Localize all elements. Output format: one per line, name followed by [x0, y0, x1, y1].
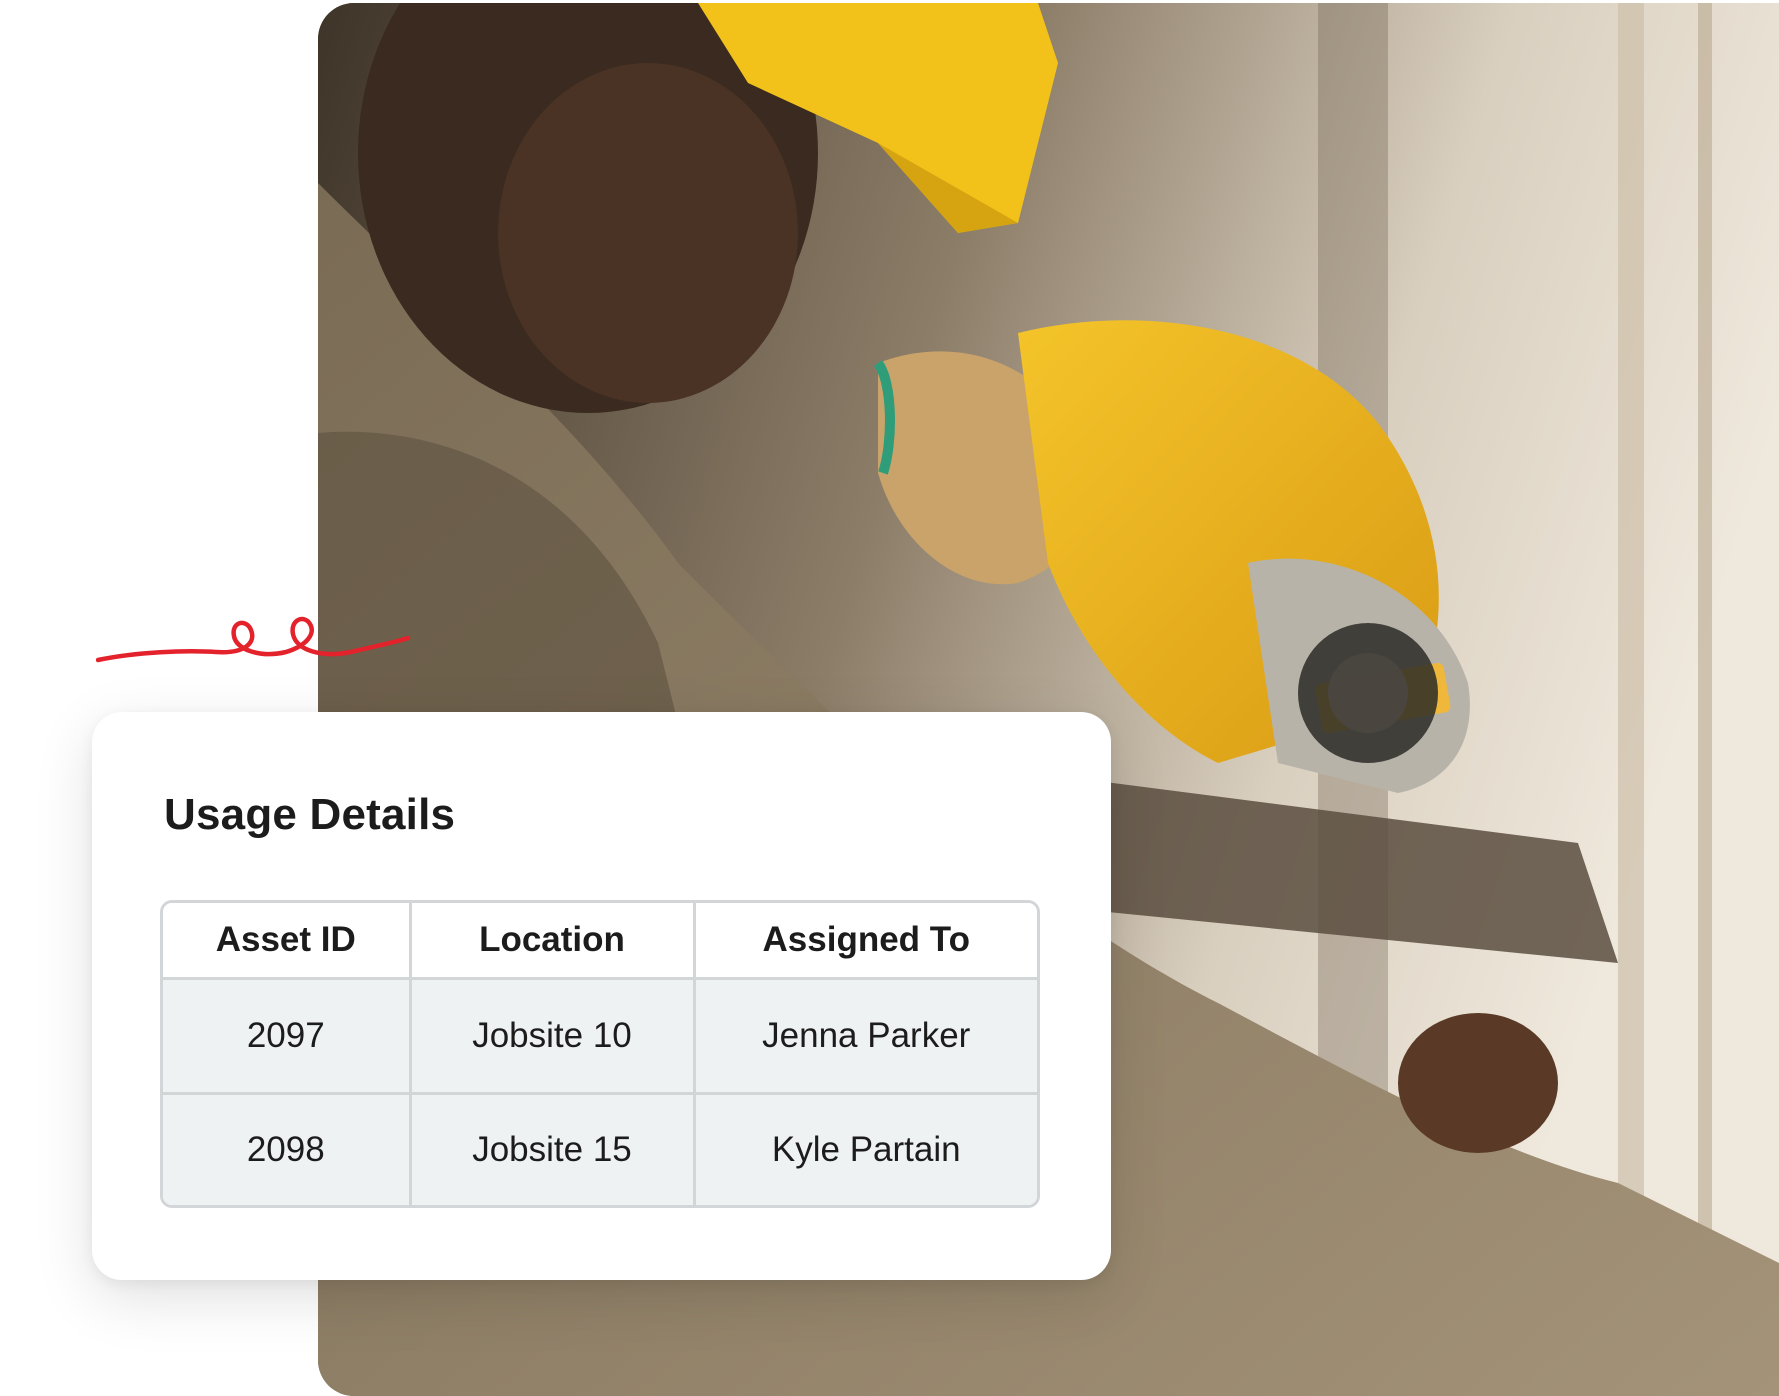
table-row[interactable]: 2097 Jobsite 10 Jenna Parker	[163, 978, 1037, 1096]
usage-table: Asset ID Location Assigned To 2097 Jobsi…	[160, 900, 1040, 1208]
cell-assigned-to: Kyle Partain	[694, 1093, 1037, 1205]
squiggle-decoration	[96, 616, 411, 663]
cell-location: Jobsite 10	[410, 978, 696, 1096]
table-row[interactable]: 2098 Jobsite 15 Kyle Partain	[163, 1093, 1037, 1205]
cell-asset-id: 2098	[163, 1093, 412, 1205]
column-header-asset-id: Asset ID	[163, 903, 412, 980]
page: Usage Details Asset ID Location Assigned…	[0, 0, 1779, 1396]
cell-asset-id: 2097	[163, 978, 412, 1096]
card-title: Usage Details	[164, 790, 456, 839]
cell-assigned-to: Jenna Parker	[694, 978, 1037, 1096]
table-header-row: Asset ID Location Assigned To	[163, 903, 1037, 980]
cell-location: Jobsite 15	[410, 1093, 696, 1205]
column-header-location: Location	[410, 903, 696, 980]
usage-details-card: Usage Details Asset ID Location Assigned…	[92, 712, 1111, 1280]
column-header-assigned-to: Assigned To	[694, 903, 1037, 980]
